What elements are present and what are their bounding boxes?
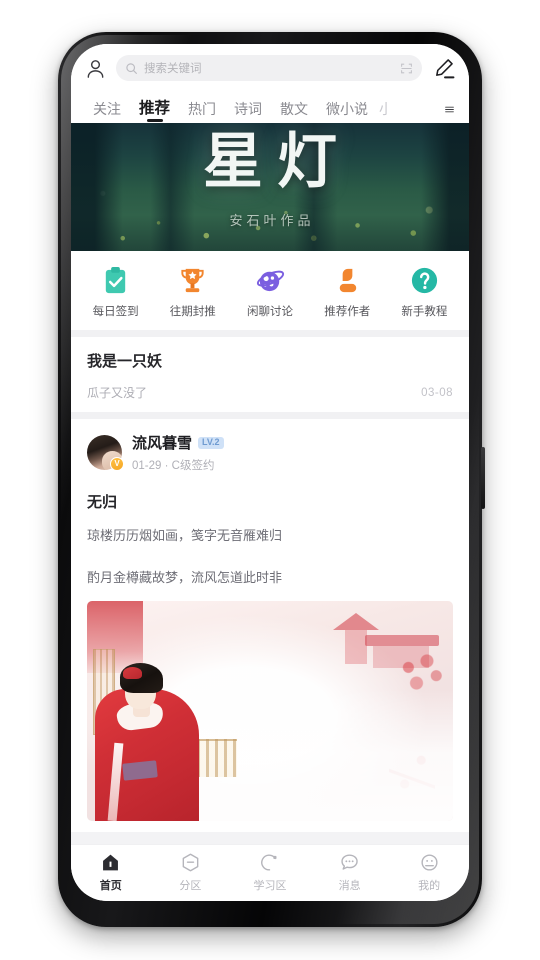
feed-post-author[interactable]: V 流风暮雪 LV.2 01-29 · C级签约 无归 琼楼历历烟如画，笺字无音… (71, 419, 469, 832)
quick-action-label: 往期封推 (169, 306, 216, 318)
nav-item-category[interactable]: 分区 (151, 852, 231, 893)
quick-action-label: 每日签到 (92, 306, 139, 318)
author-info: 流风暮雪 LV.2 01-29 · C级签约 (132, 432, 224, 473)
planet-icon (256, 270, 284, 292)
user-avatar-icon[interactable] (84, 57, 107, 80)
post-date: 03-08 (421, 386, 453, 399)
section-divider (71, 330, 469, 337)
tab-weixiaoshuo[interactable]: 微小说 (317, 102, 377, 123)
volume-button[interactable] (481, 447, 485, 509)
post-title: 我是一只妖 (87, 353, 163, 370)
quick-action-row: 每日签到 往期封推 闲聊讨论 推荐作者 新手教程 (71, 251, 469, 330)
tab-tuijian[interactable]: 推荐 (130, 100, 179, 124)
nav-label: 我的 (418, 880, 441, 892)
scan-code-icon[interactable] (400, 62, 413, 75)
tab-partial-next[interactable]: 小 (377, 102, 388, 123)
phone-frame: 搜索关键词 关注 推荐 热门 诗词 散文 微小说 小 星灯 安石叶作品 每日签到… (58, 32, 485, 927)
hexagon-category-icon (182, 853, 199, 872)
nav-label: 分区 (179, 880, 202, 892)
post-date: 01-29 (132, 460, 162, 472)
avatar[interactable]: V (87, 435, 124, 471)
section-divider (71, 412, 469, 419)
contract-level: C级签约 (171, 460, 215, 472)
post-illustration[interactable] (87, 601, 453, 821)
pavilion-body (345, 630, 367, 664)
quick-action-beginner-guide[interactable]: 新手教程 (386, 265, 463, 319)
feed-post-simple[interactable]: 我是一只妖 瓜子又没了 03-08 (71, 337, 469, 412)
post-subtitle: 瓜子又没了 (87, 386, 148, 400)
author-subline: 01-29 · C级签约 (132, 457, 224, 473)
author-name-line: 流风暮雪 LV.2 (132, 432, 224, 453)
tab-guanzhu[interactable]: 关注 (84, 102, 130, 123)
featured-banner[interactable]: 星灯 安石叶作品 (71, 123, 469, 251)
question-circle-icon (411, 267, 437, 294)
search-icon (126, 62, 137, 74)
meta-separator: · (164, 460, 169, 472)
poem-line: 酌月金樽藏故梦，流风怎道此时非 (87, 569, 283, 585)
nav-label: 学习区 (253, 880, 287, 892)
banner-subtitle: 安石叶作品 (229, 213, 315, 228)
pavilion-roof-icon (333, 613, 379, 630)
phone-screen: 搜索关键词 关注 推荐 热门 诗词 散文 微小说 小 星灯 安石叶作品 每日签到… (71, 44, 469, 901)
verified-badge: V (110, 457, 124, 471)
banner-title: 星灯 (203, 129, 351, 195)
post-meta-row: 瓜子又没了 03-08 (87, 384, 453, 401)
search-placeholder: 搜索关键词 (144, 63, 202, 75)
hamburger-menu-icon[interactable] (440, 104, 459, 123)
pavilion-roof-icon (365, 635, 439, 646)
category-tab-bar: 关注 推荐 热门 诗词 散文 微小说 小 (71, 89, 469, 123)
clipboard-check-icon (105, 266, 126, 294)
message-bubble-icon (341, 854, 358, 870)
feed-scroll-area[interactable]: 星灯 安石叶作品 每日签到 往期封推 闲聊讨论 推荐作者 新手教程 我是一只妖 … (71, 123, 469, 844)
nav-item-profile[interactable]: 我的 (389, 852, 469, 893)
nav-item-home[interactable]: 首页 (71, 852, 151, 893)
quick-action-past-features[interactable]: 往期封推 (154, 265, 231, 319)
top-search-bar: 搜索关键词 (71, 44, 469, 89)
tab-shici[interactable]: 诗词 (225, 102, 271, 123)
nav-label: 首页 (99, 880, 122, 892)
author-row[interactable]: V 流风暮雪 LV.2 01-29 · C级签约 (87, 432, 453, 473)
figure-sash (122, 760, 158, 781)
hair-ornament (123, 667, 142, 679)
search-input[interactable]: 搜索关键词 (116, 55, 422, 81)
poem-title: 无归 (87, 494, 118, 511)
quick-action-daily-checkin[interactable]: 每日签到 (77, 265, 154, 319)
profile-face-icon (421, 854, 438, 871)
home-icon (103, 854, 119, 871)
quick-action-label: 闲聊讨论 (247, 306, 293, 318)
quick-action-chat-discussion[interactable]: 闲聊讨论 (231, 265, 308, 319)
nav-item-study[interactable]: 学习区 (230, 852, 310, 893)
nav-item-messages[interactable]: 消息 (310, 852, 390, 893)
quick-action-label: 推荐作者 (324, 306, 371, 318)
study-circle-icon (261, 854, 277, 871)
level-badge: LV.2 (198, 436, 224, 449)
nav-label: 消息 (338, 880, 361, 892)
poem-line: 琼楼历历烟如画，笺字无音雁难归 (87, 528, 283, 543)
author-name: 流风暮雪 (132, 435, 193, 452)
trophy-icon (181, 268, 204, 293)
pencil-edit-icon[interactable] (431, 56, 456, 81)
bottom-navigation-bar: 首页 分区 学习区 消息 我的 (71, 844, 469, 901)
person-icon (339, 268, 356, 293)
tab-remen[interactable]: 热门 (179, 102, 225, 123)
quick-action-recommended-authors[interactable]: 推荐作者 (309, 265, 386, 319)
tab-sanwen[interactable]: 散文 (271, 102, 317, 123)
quick-action-label: 新手教程 (401, 306, 448, 318)
